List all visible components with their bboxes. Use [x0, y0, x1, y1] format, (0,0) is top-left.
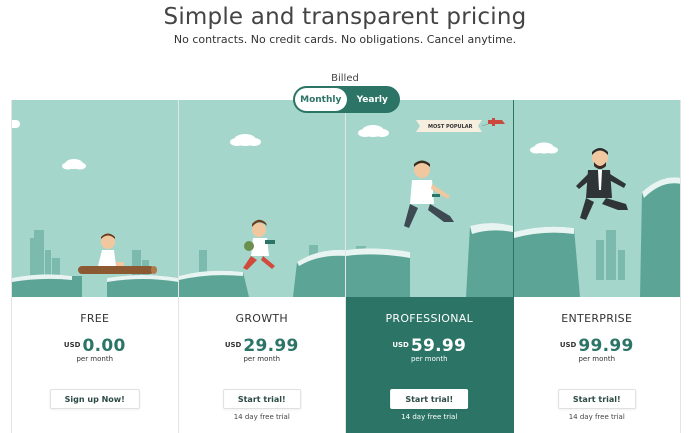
most-popular-banner: MOST POPULAR	[416, 118, 505, 132]
pricing-plans: FREE USD 0.00 per month Sign up Now! GRO…	[11, 100, 681, 433]
banner-text: MOST POPULAR	[428, 124, 473, 130]
plan-card-enterprise: ENTERPRISE USD 99.99 per month Start tria…	[513, 100, 681, 433]
price-period: per month	[243, 355, 281, 363]
plan-price: USD 99.99	[514, 336, 681, 356]
plan-card-growth: GROWTH USD 29.99 per month Start trial! 1…	[178, 100, 346, 433]
businessman-leaping-icon	[575, 148, 628, 220]
plan-illustration-free	[12, 100, 178, 297]
currency-label: USD	[63, 341, 81, 349]
person-on-log-icon	[78, 233, 157, 274]
start-trial-button[interactable]: Start trial!	[557, 389, 636, 409]
page-title: Simple and transparent pricing	[163, 4, 527, 30]
billing-toggle[interactable]: Monthly Yearly	[293, 86, 400, 113]
price-amount: 99.99	[578, 336, 634, 356]
currency-label: USD	[224, 341, 242, 349]
plan-name: PROFESSIONAL	[385, 312, 474, 325]
trial-note: 14 day free trial	[568, 413, 625, 421]
trial-note: 14 day free trial	[401, 413, 458, 421]
plan-card-professional: MOST POPULAR PROFESSIONAL USD 59.99 per …	[346, 100, 514, 433]
plan-illustration-growth	[178, 100, 345, 297]
price-amount: 0.00	[82, 336, 126, 356]
plan-name: FREE	[80, 312, 110, 325]
person-running-icon	[242, 219, 275, 270]
currency-label: USD	[559, 341, 577, 349]
price-period: per month	[410, 355, 448, 363]
price-period: per month	[76, 355, 114, 363]
plan-name: ENTERPRISE	[561, 312, 633, 325]
plan-name: GROWTH	[235, 312, 288, 325]
currency-label: USD	[392, 341, 409, 349]
billing-label: Billed	[331, 73, 359, 84]
plan-price: USD 0.00	[12, 336, 178, 356]
trial-note: 14 day free trial	[233, 413, 290, 421]
plan-price: USD 29.99	[179, 336, 346, 356]
page-subtitle: No contracts. No credit cards. No obliga…	[173, 33, 517, 46]
plan-card-free: FREE USD 0.00 per month Sign up Now!	[11, 100, 179, 433]
price-amount: 29.99	[243, 336, 299, 356]
plan-price: USD 59.99	[346, 336, 513, 356]
plan-illustration-enterprise	[513, 100, 680, 297]
airplane-icon	[488, 118, 505, 126]
person-jumping-icon	[404, 160, 454, 228]
billing-option-yearly[interactable]: Yearly	[347, 88, 399, 111]
start-trial-button[interactable]: Start trial!	[390, 389, 469, 409]
plan-illustration-professional: MOST POPULAR	[346, 100, 513, 297]
price-period: per month	[578, 355, 616, 363]
start-trial-button[interactable]: Start trial!	[222, 389, 301, 409]
sign-up-button[interactable]: Sign up Now!	[49, 389, 140, 409]
billing-option-monthly[interactable]: Monthly	[295, 88, 347, 111]
price-amount: 59.99	[410, 336, 467, 356]
